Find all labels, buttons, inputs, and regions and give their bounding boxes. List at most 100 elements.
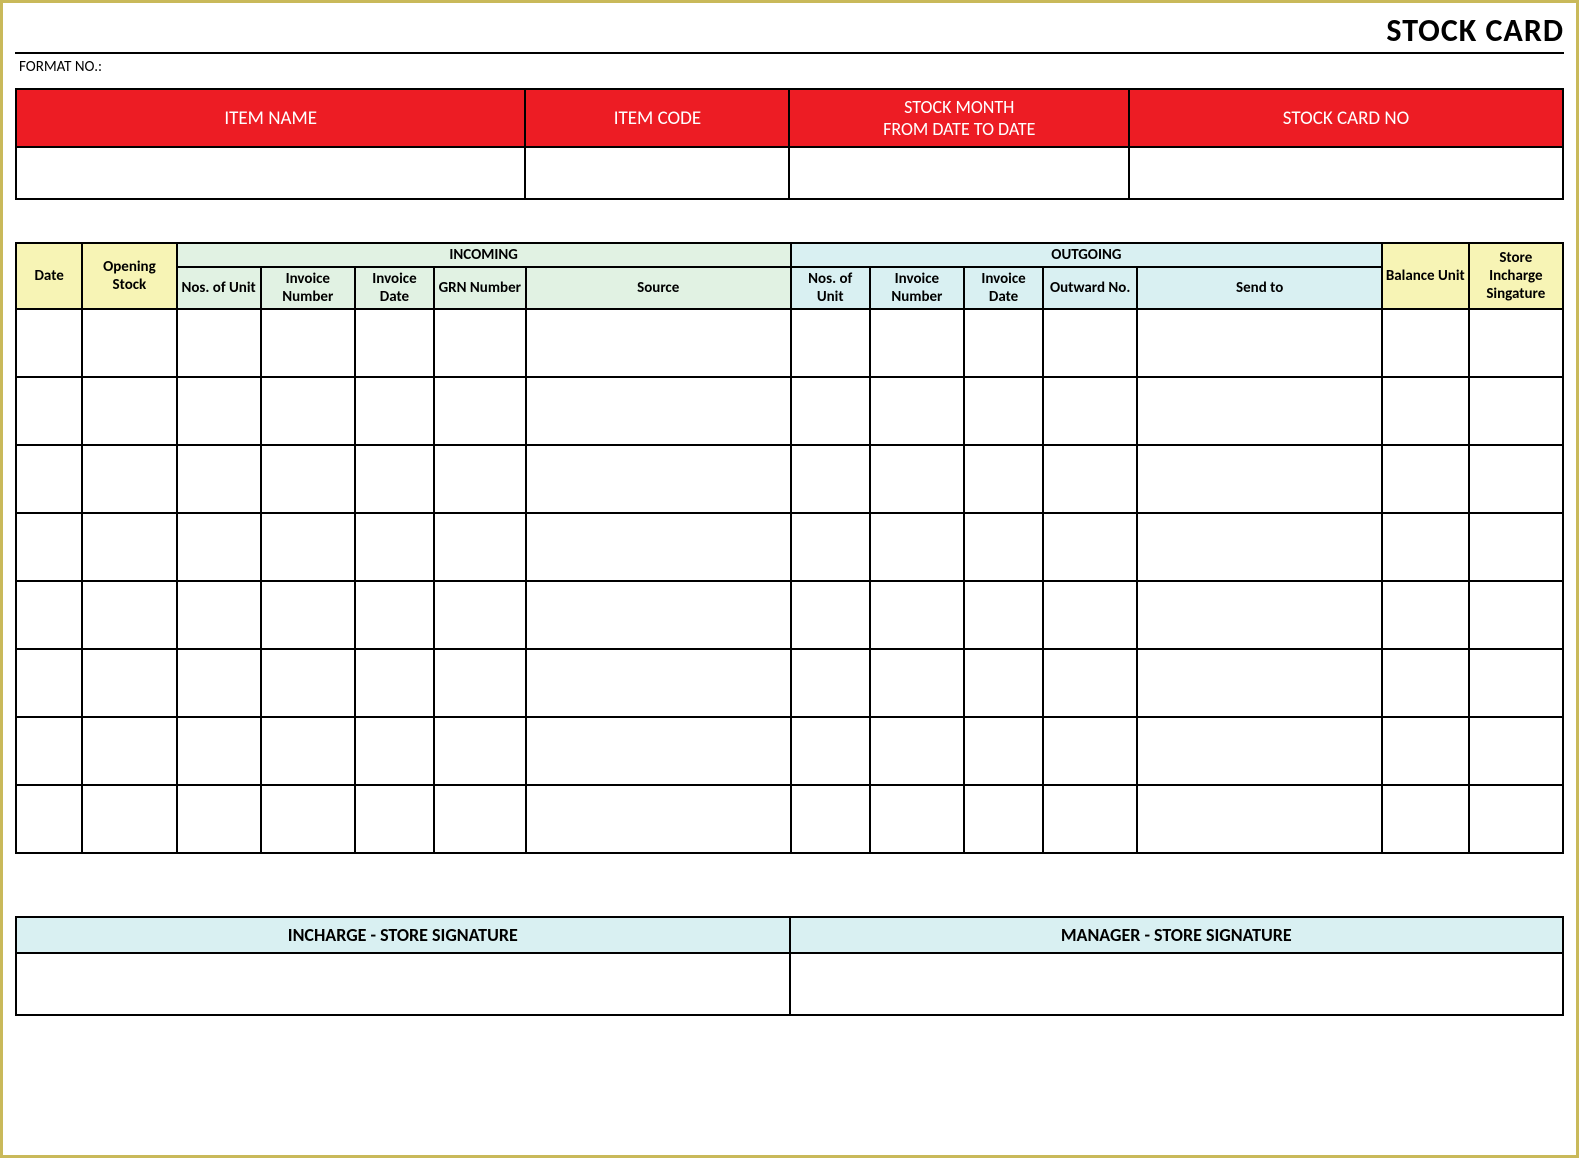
table-cell[interactable] [82,785,176,853]
table-cell[interactable] [791,649,870,717]
table-cell[interactable] [1043,309,1137,377]
table-cell[interactable] [1469,445,1563,513]
table-cell[interactable] [870,717,964,785]
value-item-code[interactable] [525,147,789,199]
table-cell[interactable] [16,785,82,853]
table-cell[interactable] [964,581,1043,649]
table-cell[interactable] [16,445,82,513]
value-card-no[interactable] [1129,147,1563,199]
table-cell[interactable] [526,309,791,377]
table-cell[interactable] [355,785,434,853]
table-cell[interactable] [1043,785,1137,853]
table-cell[interactable] [261,649,355,717]
table-cell[interactable] [434,445,526,513]
signature-manager-cell[interactable] [790,953,1564,1015]
table-cell[interactable] [791,513,870,581]
table-cell[interactable] [526,581,791,649]
table-cell[interactable] [1382,717,1469,785]
table-cell[interactable] [355,513,434,581]
table-cell[interactable] [1469,581,1563,649]
table-cell[interactable] [1382,785,1469,853]
table-cell[interactable] [526,785,791,853]
table-cell[interactable] [434,717,526,785]
table-cell[interactable] [870,377,964,445]
table-cell[interactable] [16,513,82,581]
table-cell[interactable] [1137,309,1382,377]
table-cell[interactable] [177,377,261,445]
table-cell[interactable] [434,309,526,377]
table-cell[interactable] [1469,377,1563,445]
table-cell[interactable] [526,445,791,513]
table-cell[interactable] [1382,445,1469,513]
table-cell[interactable] [1469,785,1563,853]
table-cell[interactable] [434,785,526,853]
table-cell[interactable] [355,309,434,377]
table-cell[interactable] [16,717,82,785]
table-cell[interactable] [355,581,434,649]
table-cell[interactable] [1137,513,1382,581]
table-cell[interactable] [261,581,355,649]
table-cell[interactable] [16,309,82,377]
table-cell[interactable] [1469,717,1563,785]
table-cell[interactable] [791,377,870,445]
table-cell[interactable] [1137,785,1382,853]
table-cell[interactable] [1469,649,1563,717]
table-cell[interactable] [791,785,870,853]
table-cell[interactable] [177,513,261,581]
table-cell[interactable] [870,785,964,853]
table-cell[interactable] [16,581,82,649]
table-cell[interactable] [177,445,261,513]
table-cell[interactable] [870,649,964,717]
table-cell[interactable] [1382,377,1469,445]
table-cell[interactable] [434,377,526,445]
table-cell[interactable] [1382,513,1469,581]
table-cell[interactable] [1137,581,1382,649]
table-cell[interactable] [261,445,355,513]
table-cell[interactable] [434,649,526,717]
table-cell[interactable] [791,717,870,785]
table-cell[interactable] [870,445,964,513]
table-cell[interactable] [261,309,355,377]
table-cell[interactable] [355,377,434,445]
table-cell[interactable] [355,445,434,513]
table-cell[interactable] [434,581,526,649]
table-cell[interactable] [526,717,791,785]
table-cell[interactable] [1137,445,1382,513]
table-cell[interactable] [355,649,434,717]
table-cell[interactable] [82,717,176,785]
table-cell[interactable] [1137,649,1382,717]
table-cell[interactable] [261,717,355,785]
table-cell[interactable] [791,581,870,649]
table-cell[interactable] [526,377,791,445]
table-cell[interactable] [82,445,176,513]
table-cell[interactable] [964,513,1043,581]
table-cell[interactable] [82,309,176,377]
table-cell[interactable] [16,377,82,445]
table-cell[interactable] [1043,377,1137,445]
table-cell[interactable] [1043,649,1137,717]
value-stock-month[interactable] [789,147,1129,199]
table-cell[interactable] [261,513,355,581]
table-cell[interactable] [870,309,964,377]
table-cell[interactable] [261,785,355,853]
table-cell[interactable] [1137,377,1382,445]
table-cell[interactable] [964,785,1043,853]
value-item-name[interactable] [16,147,525,199]
table-cell[interactable] [261,377,355,445]
table-cell[interactable] [964,445,1043,513]
table-cell[interactable] [177,717,261,785]
table-cell[interactable] [1382,581,1469,649]
table-cell[interactable] [177,649,261,717]
table-cell[interactable] [1043,445,1137,513]
table-cell[interactable] [1043,717,1137,785]
table-cell[interactable] [870,581,964,649]
table-cell[interactable] [177,581,261,649]
table-cell[interactable] [964,377,1043,445]
table-cell[interactable] [82,513,176,581]
table-cell[interactable] [1469,309,1563,377]
table-cell[interactable] [355,717,434,785]
table-cell[interactable] [82,649,176,717]
table-cell[interactable] [177,785,261,853]
table-cell[interactable] [964,309,1043,377]
table-cell[interactable] [177,309,261,377]
